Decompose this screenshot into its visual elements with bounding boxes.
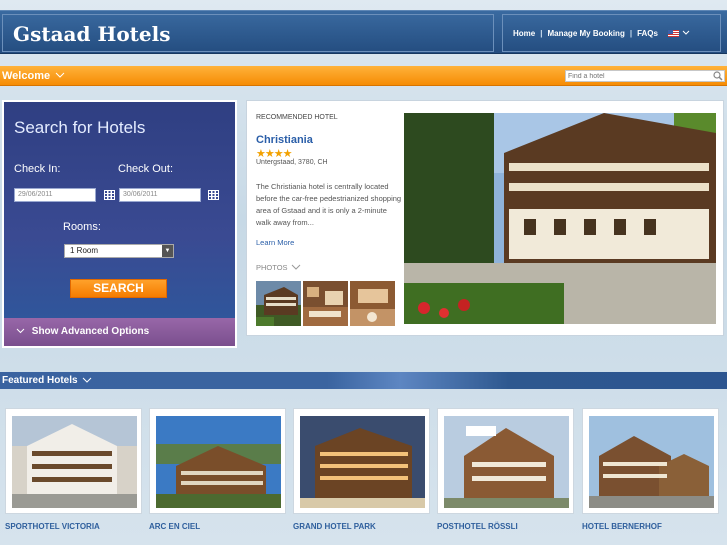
magnifier-icon[interactable]: [713, 71, 723, 81]
logo-box: Gstaad Hotels: [2, 14, 494, 52]
hotel-photo[interactable]: [12, 416, 137, 508]
featured-toggle[interactable]: Featured Hotels: [2, 375, 92, 386]
featured-bar: Featured Hotels: [0, 372, 727, 389]
nav-faqs[interactable]: FAQs: [637, 29, 658, 38]
check-out-field[interactable]: 30/06/2011: [119, 188, 201, 202]
photos-toggle[interactable]: PHOTOS: [256, 263, 301, 272]
featured-label: Featured Hotels: [2, 375, 78, 386]
learn-more-link[interactable]: Learn More: [256, 238, 294, 247]
photo-thumbnail[interactable]: [256, 281, 301, 326]
nav-home[interactable]: Home: [513, 29, 535, 38]
check-out-label: Check Out:: [118, 163, 174, 175]
featured-hotel-card[interactable]: [5, 408, 142, 514]
nav-manage-booking[interactable]: Manage My Booking: [547, 29, 624, 38]
welcome-menu[interactable]: Welcome: [2, 70, 65, 82]
hotel-description: The Christiania hotel is centrally locat…: [256, 182, 402, 227]
photo-thumbnail[interactable]: [350, 281, 395, 326]
nav-separator: |: [629, 28, 633, 38]
featured-hotel-name[interactable]: SPORTHOTEL VICTORIA: [5, 522, 100, 531]
recommended-panel: RECOMMENDED HOTEL Christiania ★★★★ Unter…: [246, 100, 724, 336]
featured-hotel-name[interactable]: POSTHOTEL RÖSSLI: [437, 522, 518, 531]
site-title[interactable]: Gstaad Hotels: [13, 22, 171, 46]
recommended-hotel-name[interactable]: Christiania: [256, 134, 313, 146]
calendar-icon[interactable]: [208, 190, 219, 200]
hotel-photo[interactable]: [589, 416, 714, 508]
dropdown-arrow-icon[interactable]: ▼: [162, 245, 173, 257]
welcome-label: Welcome: [2, 70, 51, 82]
recommended-label: RECOMMENDED HOTEL: [256, 114, 338, 121]
chevron-down-icon: [16, 328, 25, 334]
find-hotel-input[interactable]: [565, 70, 725, 82]
featured-hotel-card[interactable]: [582, 408, 719, 514]
hotel-photo[interactable]: [300, 416, 425, 508]
rooms-label: Rooms:: [63, 221, 101, 233]
chevron-down-icon: [83, 377, 92, 383]
us-flag-icon[interactable]: [667, 29, 679, 37]
nav-separator: |: [540, 28, 543, 38]
chevron-down-icon: [291, 264, 300, 270]
rooms-select[interactable]: 1 Room ▼: [64, 244, 174, 258]
search-panel: Search for Hotels Check In: Check Out: 2…: [2, 100, 237, 348]
advanced-options-label: Show Advanced Options: [31, 326, 150, 337]
rooms-value: 1 Room: [70, 246, 99, 255]
welcome-bar: Welcome: [0, 66, 727, 86]
search-button[interactable]: SEARCH: [70, 279, 167, 298]
chevron-down-icon: [55, 72, 65, 78]
hotel-address: Untergstaad, 3780, CH: [256, 159, 328, 166]
advanced-options-toggle[interactable]: Show Advanced Options: [4, 318, 235, 346]
check-in-field[interactable]: 29/06/2011: [14, 188, 96, 202]
header-bar: Gstaad Hotels Home | Manage My Booking |…: [0, 10, 727, 54]
check-in-label: Check In:: [14, 163, 61, 175]
chevron-down-icon[interactable]: [682, 29, 690, 38]
featured-hotel-card[interactable]: [437, 408, 574, 514]
featured-hotel-card[interactable]: [293, 408, 430, 514]
calendar-icon[interactable]: [104, 190, 115, 200]
photos-label: PHOTOS: [256, 263, 288, 272]
search-title: Search for Hotels: [14, 118, 146, 137]
top-nav: Home | Manage My Booking | FAQs: [502, 14, 721, 52]
hotel-photo[interactable]: [156, 416, 281, 508]
featured-hotel-name[interactable]: GRAND HOTEL PARK: [293, 522, 376, 531]
photo-thumbnail[interactable]: [303, 281, 348, 326]
featured-hotel-name[interactable]: HOTEL BERNERHOF: [582, 522, 662, 531]
featured-hotel-card[interactable]: [149, 408, 286, 514]
recommended-hotel-photo[interactable]: [404, 113, 716, 324]
featured-hotel-name[interactable]: ARC EN CIEL: [149, 522, 200, 531]
hotel-photo[interactable]: [444, 416, 569, 508]
